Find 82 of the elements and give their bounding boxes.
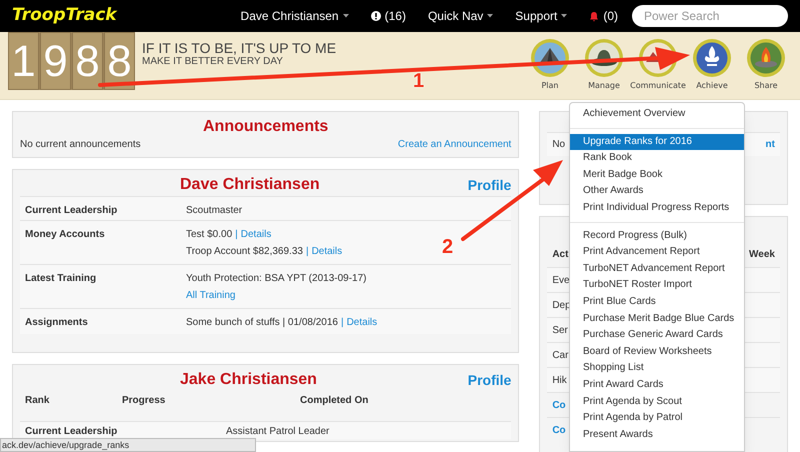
tent-icon [530, 38, 570, 78]
row-value: Troop Account $82,369.33 [186, 245, 303, 259]
menu-item[interactable]: TurboNET Roster Import [570, 277, 744, 294]
panel-text: No [552, 138, 566, 152]
member-name: Dave Christiansen [180, 175, 320, 195]
menu-item[interactable]: Upgrade Ranks for 2016 [570, 134, 744, 150]
menu-item[interactable]: Print Individual Progress Reports [570, 200, 744, 217]
column-header: Week [749, 248, 775, 262]
column-header: Completed On [300, 394, 370, 408]
motto-text: IF IT IS TO BE, IT'S UP TO ME [142, 40, 336, 56]
badge-nav-link[interactable]: Plan [541, 80, 559, 92]
row-value: Test $0.00 [186, 228, 232, 242]
row-value: Some bunch of stuffs | 01/08/2016 [186, 316, 338, 330]
menu-item[interactable]: Purchase Merit Badge Blue Cards [570, 310, 744, 328]
separator: | [340, 316, 344, 330]
annotation-number: 1 [413, 70, 424, 92]
member-name: Jake Christiansen [180, 370, 317, 390]
sub-motto-text: MAKE IT BETTER EVERY DAY [142, 56, 284, 68]
row-label: Current Leadership [24, 204, 118, 218]
year-digit: 1 [8, 32, 39, 90]
annotation-number: 2 [442, 236, 454, 258]
brand-logo[interactable]: TroopTrack [12, 3, 117, 29]
details-link[interactable]: Details [312, 244, 342, 259]
bell-icon [589, 10, 600, 22]
menu-item[interactable]: Shopping List [570, 360, 744, 377]
menu-item[interactable]: Rank Book [570, 150, 744, 167]
row-label: Current Leadership [24, 425, 118, 439]
row-value: Assistant Patrol Leader [226, 425, 330, 439]
column-header: Progress [122, 394, 166, 408]
panel-text: Ser [552, 324, 568, 338]
separator: | [306, 245, 309, 259]
menu-item[interactable]: Merit Badge Book [570, 166, 744, 184]
menu-item[interactable]: Print Agenda by Scout [570, 394, 744, 410]
search-field[interactable]: Power Search [632, 5, 788, 27]
column-header: Act [552, 248, 568, 262]
year-digit: 9 [40, 32, 71, 90]
panel-text: Car [552, 348, 568, 362]
menu-item[interactable]: Present Awards [570, 426, 744, 444]
panel-link[interactable]: nt [766, 137, 775, 152]
badge-nav-link[interactable]: Manage [588, 80, 620, 92]
menu-item[interactable]: Board of Review Worksheets [570, 344, 744, 360]
menu-item[interactable]: Print Award Cards [570, 376, 744, 394]
panel-title: Announcements [202, 117, 330, 137]
panel-text: Eve [552, 274, 570, 288]
menu-item[interactable]: Other Awards [570, 183, 744, 200]
menu-item[interactable]: Record Progress (Bulk) [570, 228, 744, 244]
row-value: Scoutmaster [186, 204, 242, 218]
badge-nav-link[interactable]: Communicate [630, 80, 686, 92]
panel-text: Hik [552, 374, 567, 388]
alert-icon [370, 11, 381, 21]
nav-dropdown[interactable]: Support [515, 7, 568, 25]
row-label: Money Accounts [24, 228, 106, 242]
caret-icon [561, 14, 568, 18]
hat-icon [584, 38, 624, 78]
badge-nav-link[interactable]: Achieve [696, 80, 728, 92]
badge-nav-link[interactable]: Share [754, 80, 778, 92]
year-digit: 8 [72, 32, 103, 90]
empty-message: No current announcements [20, 138, 141, 152]
row-label: Latest Training [24, 272, 98, 286]
separator: | [235, 228, 238, 242]
menu-item[interactable]: Achievement Overview [570, 106, 744, 123]
menu-item[interactable]: Print Blue Cards [570, 294, 744, 311]
fleur-de-lis-icon [692, 38, 732, 78]
nav-dropdown[interactable]: Dave Christiansen [240, 7, 349, 25]
menu-item[interactable]: TurboNET Advancement Report [570, 260, 744, 278]
row-value: Youth Protection: BSA YPT (2013-09-17) [186, 272, 366, 286]
nav-dropdown[interactable]: Quick Nav [428, 7, 494, 25]
column-header: Rank [25, 394, 50, 408]
status-bar-url: ack.dev/achieve/upgrade_ranks [0, 438, 256, 452]
year-digit: 8 [104, 32, 135, 90]
caret-icon [342, 14, 349, 18]
menu-item[interactable]: Print Advancement Report [570, 244, 744, 261]
alerts-link[interactable]: (16) [370, 7, 406, 25]
menu-item[interactable]: Purchase Generic Award Cards [570, 327, 744, 344]
caret-icon [487, 14, 494, 18]
menu-item[interactable]: Print Agenda by Patrol [570, 410, 744, 427]
campfire-icon [746, 38, 786, 78]
details-link[interactable]: Details [346, 315, 378, 330]
details-link[interactable]: All Training [186, 288, 236, 303]
details-link[interactable]: Details [240, 227, 272, 242]
row-label: Assignments [24, 316, 89, 330]
notifications-link[interactable]: (0) [589, 7, 618, 25]
